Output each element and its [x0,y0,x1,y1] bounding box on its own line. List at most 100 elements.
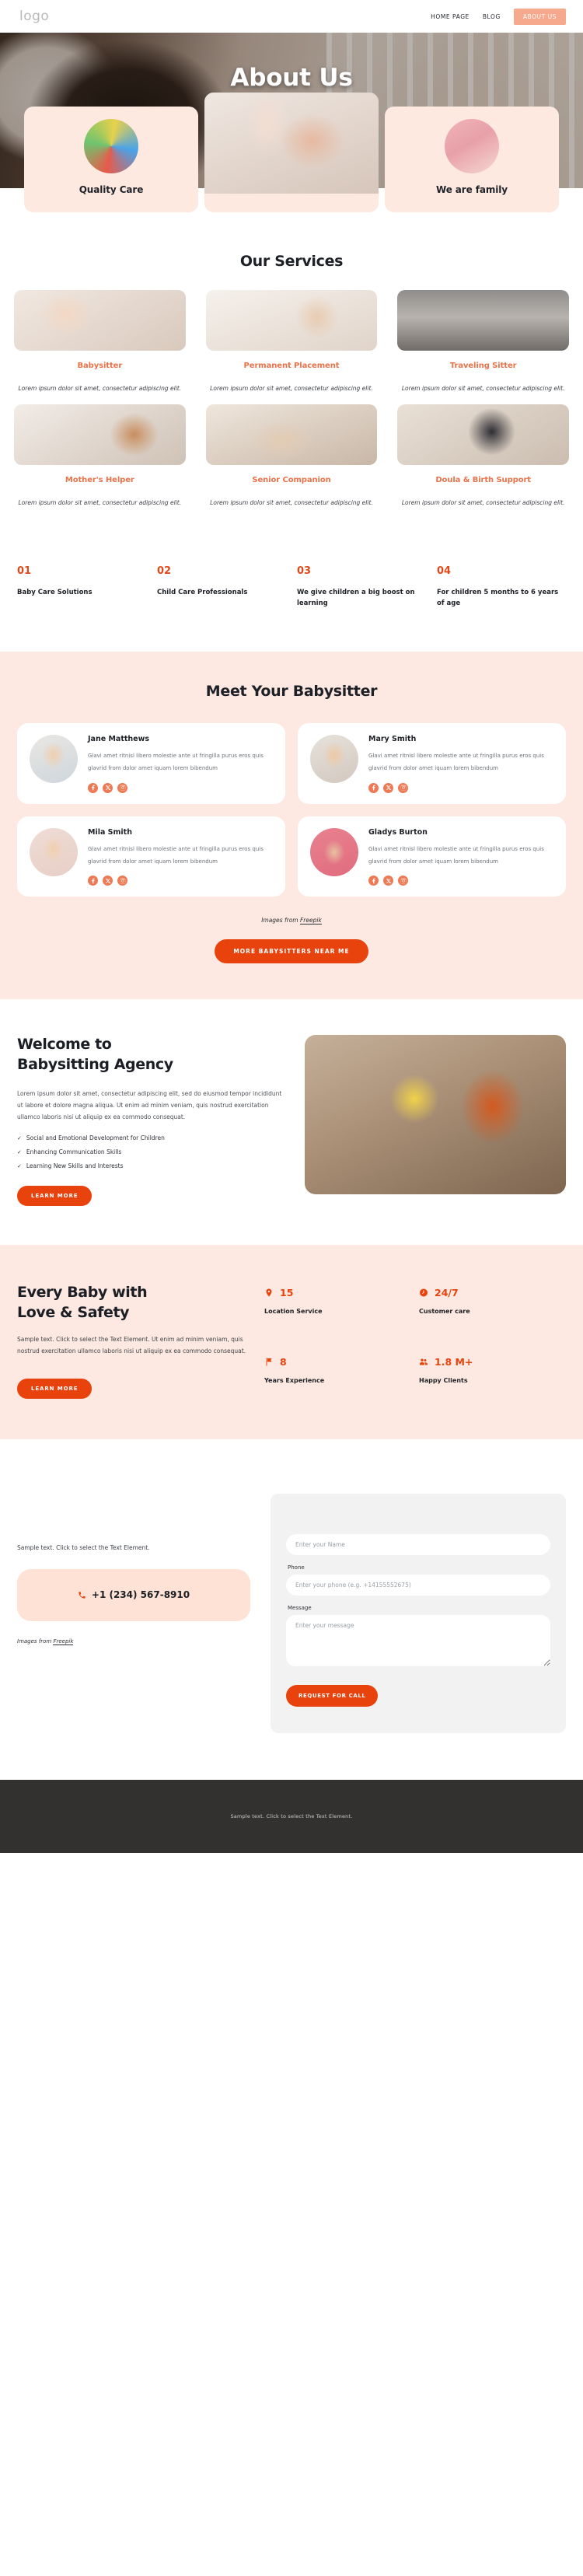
service-name: Mother's Helper [65,476,134,485]
step-item: 03 We give children a big boost on learn… [297,565,426,609]
service-card[interactable]: Senior Companion Lorem ipsum dolor sit a… [205,404,378,509]
babysitters-heading: Meet Your Babysitter [205,683,378,701]
stat-item: 15 Location Service [264,1287,411,1330]
avatar [30,827,78,876]
stat-value: 1.8 M+ [435,1355,473,1368]
step-label: For children 5 months to 6 years of age [437,589,559,608]
nav-item-blog[interactable]: BLOG [483,13,501,20]
contact-section: Sample text. Click to select the Text El… [0,1439,583,1781]
safety-paragraph: Sample text. Click to select the Text El… [17,1335,246,1354]
x-twitter-icon[interactable] [103,876,113,886]
check-icon: ✓ [17,1148,22,1155]
footer-text: Sample text. Click to select the Text El… [230,1813,353,1820]
babysitter-bio: Glavi amet ritnisl libero molestie ante … [368,845,544,865]
service-name: Permanent Placement [243,362,340,370]
service-card[interactable]: Doula & Birth Support Lorem ipsum dolor … [397,404,569,509]
site-logo[interactable]: logo [19,9,49,24]
service-name: Senior Companion [252,476,331,485]
service-image [14,404,186,466]
baby-with-toys-photo [84,119,138,173]
stat-value: 24/7 [435,1286,459,1298]
clock-icon [419,1287,428,1298]
mother-lifting-baby-photo [204,93,379,194]
freepik-link[interactable]: Freepik [299,917,322,925]
instagram-icon[interactable] [117,876,127,886]
facebook-icon[interactable] [88,782,98,793]
phone-number: +1 (234) 567-8910 [91,1589,190,1601]
facebook-icon[interactable] [368,876,379,886]
facebook-icon[interactable] [368,782,379,793]
service-card[interactable]: Mother's Helper Lorem ipsum dolor sit am… [14,404,186,509]
x-twitter-icon[interactable] [383,782,393,793]
instagram-icon[interactable] [117,782,127,793]
service-card[interactable]: Traveling Sitter Lorem ipsum dolor sit a… [397,290,569,395]
x-twitter-icon[interactable] [383,876,393,886]
people-icon [419,1356,428,1367]
babysitter-card[interactable]: Gladys Burton Glavi amet ritnisl libero … [298,816,566,897]
image-credit-prefix: Images from [17,1638,54,1645]
babysitter-name: Jane Matthews [88,735,150,744]
location-pin-icon [264,1287,274,1298]
stat-label: Years Experience [264,1376,325,1384]
babysitters-grid: Jane Matthews Glavi amet ritnisl libero … [17,723,566,897]
name-input[interactable] [286,1534,550,1556]
step-label: Baby Care Solutions [17,589,93,597]
freepik-link[interactable]: Freepik [53,1638,74,1645]
stat-value: 15 [280,1286,294,1298]
babysitter-card[interactable]: Mila Smith Glavi amet ritnisl libero mol… [17,816,285,897]
babysitter-card[interactable]: Mary Smith Glavi amet ritnisl libero mol… [298,723,566,804]
step-number: 03 [297,565,312,578]
checklist-label: Social and Emotional Development for Chi… [26,1134,165,1141]
checklist-label: Learning New Skills and Interests [26,1162,124,1169]
stat-item: 1.8 M+ Happy Clients [419,1356,566,1399]
service-image [205,404,378,466]
checklist-item: ✓ Social and Emotional Development for Ch… [17,1134,288,1141]
phone-box[interactable]: +1 (234) 567-8910 [17,1568,250,1621]
feature-card-we-are-family[interactable]: We are family [385,107,559,212]
step-item: 01 Baby Care Solutions [17,565,146,609]
checklist-item: ✓ Learning New Skills and Interests [17,1162,288,1169]
safety-heading-line2: Love & Safety [17,1304,130,1322]
welcome-checklist: ✓ Social and Emotional Development for Ch… [17,1134,288,1169]
welcome-learn-more-button[interactable]: LEARN MORE [17,1185,93,1206]
nav-item-home-page[interactable]: HOME PAGE [431,13,470,20]
service-description: Lorem ipsum dolor sit amet, consectetur … [210,385,373,392]
safety-learn-more-button[interactable]: LEARN MORE [17,1379,93,1400]
welcome-heading-line2: Babysitting Agency [17,1055,173,1073]
service-name: Babysitter [77,362,123,370]
service-card[interactable]: Babysitter Lorem ipsum dolor sit amet, c… [14,290,186,395]
about-us-page: logo HOME PAGE BLOG ABOUT US About Us we… [0,0,583,1854]
facebook-icon[interactable] [88,876,98,886]
request-for-call-button[interactable]: REQUEST FOR CALL [286,1685,379,1707]
checklist-item: ✓ Enhancing Communication Skills [17,1148,288,1155]
more-babysitters-button[interactable]: MORE BABYSITTERS NEAR ME [215,939,368,964]
message-input[interactable] [286,1615,550,1667]
instagram-icon[interactable] [398,782,408,793]
feature-card-photo[interactable] [204,93,379,212]
contact-sample-text: Sample text. Click to select the Text El… [17,1544,150,1552]
welcome-photo [305,1035,566,1195]
stat-label: Customer care [419,1307,470,1315]
feature-card-quality-care[interactable]: Quality Care [24,107,198,212]
instagram-icon[interactable] [398,876,408,886]
x-twitter-icon[interactable] [103,782,113,793]
babysitter-bio: Glavi amet ritnisl libero molestie ante … [88,753,264,772]
service-description: Lorem ipsum dolor sit amet, consectetur … [401,499,565,507]
nav-item-about-us[interactable]: ABOUT US [513,8,566,25]
phone-input[interactable] [286,1575,550,1596]
service-card[interactable]: Permanent Placement Lorem ipsum dolor si… [205,290,378,395]
services-section: Our Services Babysitter Lorem ipsum dolo… [0,212,583,517]
service-image [397,290,569,351]
step-label: We give children a big boost on learning [297,589,415,608]
service-description: Lorem ipsum dolor sit amet, consectetur … [401,385,565,392]
service-image [397,404,569,466]
social-links [88,876,273,886]
phone-icon [78,1588,86,1603]
stat-item: 8 Years Experience [264,1356,411,1399]
service-image [205,290,378,351]
main-navigation: HOME PAGE BLOG ABOUT US [431,8,566,25]
services-grid: Babysitter Lorem ipsum dolor sit amet, c… [14,290,569,509]
babysitter-card[interactable]: Jane Matthews Glavi amet ritnisl libero … [17,723,285,804]
safety-heading-line1: Every Baby with [17,1283,148,1301]
babysitter-bio: Glavi amet ritnisl libero molestie ante … [88,845,264,865]
